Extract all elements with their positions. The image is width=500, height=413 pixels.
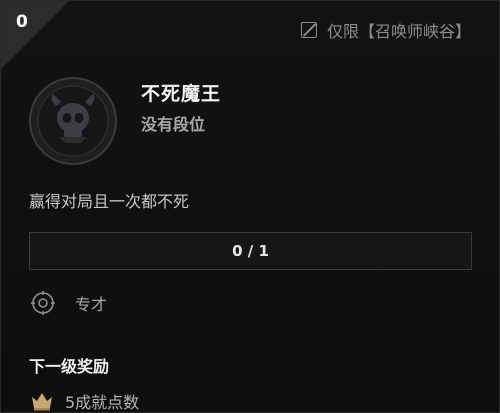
scope-restriction: 仅限【召唤师峡谷】 [300,18,471,42]
target-icon [31,291,55,315]
challenge-count: 0 [16,12,28,32]
challenge-description: 赢得对局且一次都不死 [29,192,190,211]
reward-item: 5成就点数 [31,389,139,413]
progress-bar: 0 / 1 [29,232,472,270]
crown-icon [32,393,52,411]
next-reward-heading: 下一级奖励 [29,357,110,376]
skull-emblem-icon [29,77,117,165]
category-label: 专才 [75,295,108,314]
challenge-card: 0 仅限【召唤师峡谷】 不死魔王 没有段位 赢得对局且一次都不死 0 / 1 专… [0,0,500,413]
map-restricted-icon [300,22,317,38]
count-corner [1,1,69,69]
challenge-rank: 没有段位 [141,115,206,134]
challenge-category: 专才 [31,291,107,315]
challenge-title: 不死魔王 [141,83,222,105]
reward-label: 5成就点数 [65,393,140,412]
scope-label: 仅限【召唤师峡谷】 [326,22,471,41]
progress-text: 0 / 1 [232,242,269,260]
